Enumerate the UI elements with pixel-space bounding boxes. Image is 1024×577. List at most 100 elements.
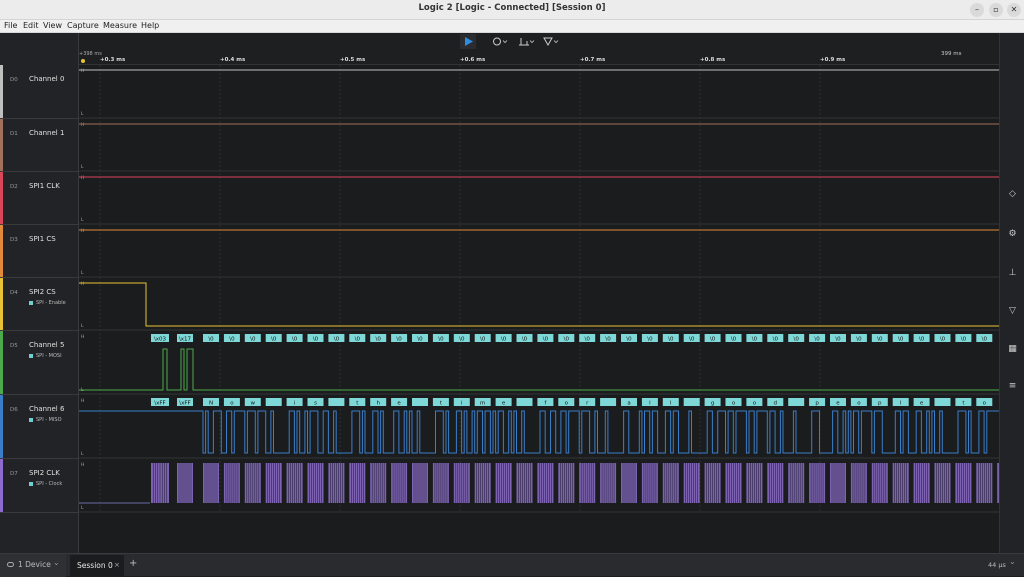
channel-row[interactable]: D4 SPI2 CS SPI - Enable — [0, 278, 79, 331]
channel-name[interactable]: Channel 1 — [29, 129, 64, 137]
analyzer-color-icon — [29, 353, 33, 358]
device-selector[interactable]: 1 Device ⌄ — [0, 554, 66, 577]
decoded-byte-label: p — [815, 401, 819, 407]
channel-color-strip — [0, 331, 3, 394]
measurements-icon[interactable]: ⊥ — [1006, 267, 1019, 280]
channel-number: D7 — [10, 471, 18, 477]
channel-row[interactable]: D7 SPI2 CLK SPI - Clock — [0, 459, 79, 513]
decoded-byte-label: \0 — [480, 337, 486, 343]
decoded-byte-label: s — [314, 401, 317, 407]
decoded-byte[interactable] — [328, 398, 345, 406]
channel-name[interactable]: Channel 5 — [29, 341, 64, 349]
zoom-dropdown-icon[interactable]: ⌄ — [1009, 557, 1016, 566]
channel-color-strip — [0, 225, 3, 277]
decoded-byte-label: \0 — [396, 337, 402, 343]
channel-color-strip — [0, 278, 3, 330]
zoom-level: 44 µs — [988, 561, 1006, 569]
window-title: Logic 2 [Logic - Connected] [Session 0] — [418, 3, 606, 13]
decoded-byte-label: \x17 — [179, 337, 192, 343]
decoded-byte[interactable] — [683, 398, 700, 406]
decoded-byte-label: \0 — [773, 337, 779, 343]
decoded-byte-label: \0 — [313, 337, 319, 343]
waveform-area[interactable]: HLHLHLHLHLHLHLHL\x03 \x17 \0 \0 \0 \0 \0 \0 \0 \0… — [79, 65, 999, 553]
channel-number: D4 — [10, 290, 18, 296]
channel-row[interactable]: D6 Channel 6 SPI - MISO — [0, 395, 79, 459]
decoded-byte-label: \0 — [647, 337, 653, 343]
capture-toolbar — [79, 33, 999, 50]
signal-trace — [79, 348, 999, 391]
decoded-byte-label: \0 — [250, 337, 256, 343]
high-level-label: H — [81, 398, 84, 404]
analyzer-label[interactable]: SPI - Enable — [29, 300, 66, 306]
marker-icon[interactable] — [543, 37, 559, 47]
menu-file[interactable]: File — [4, 21, 17, 30]
high-level-label: H — [81, 68, 84, 74]
channel-row[interactable]: D1 Channel 1 — [0, 119, 79, 172]
analyzer-color-icon — [29, 300, 33, 305]
close-button[interactable]: ✕ — [1007, 3, 1021, 17]
low-level-label: L — [81, 505, 84, 511]
tick-label: +0.6 ms — [460, 57, 486, 63]
menu-edit[interactable]: Edit — [23, 21, 39, 30]
decoded-byte-label: a — [627, 401, 630, 407]
time-ruler[interactable]: +398 ms 399 ms +0.3 ms +0.4 ms +0.5 ms +… — [79, 50, 999, 65]
channel-row[interactable]: D2 SPI1 CLK — [0, 172, 79, 225]
tick-label: +0.3 ms — [100, 57, 126, 63]
decoded-byte[interactable] — [516, 398, 533, 406]
low-level-label: L — [81, 217, 84, 223]
channel-number: D2 — [10, 184, 18, 190]
title-bar: Logic 2 [Logic - Connected] [Session 0] … — [0, 0, 1024, 20]
decoded-byte[interactable] — [934, 398, 951, 406]
menu-bar: File Edit View Capture Measure Help — [0, 20, 1024, 33]
signal-trace — [79, 282, 999, 327]
add-tab-button[interactable]: + — [129, 558, 137, 569]
decoded-byte-label: \0 — [501, 337, 507, 343]
time-marker-icon[interactable] — [81, 59, 85, 63]
decoded-byte-label: h — [376, 401, 380, 407]
tick-label: +0.4 ms — [220, 57, 246, 63]
channel-color-strip — [0, 395, 3, 458]
analyzer-label[interactable]: SPI - MISO — [29, 417, 62, 423]
channel-number: D6 — [10, 407, 18, 413]
decoded-byte[interactable] — [412, 398, 428, 406]
analyzer-color-icon — [29, 417, 33, 422]
channel-row[interactable]: D5 Channel 5 SPI - MOSI — [0, 331, 79, 395]
menu-view[interactable]: View — [43, 21, 62, 30]
timeline-start-label: +398 ms — [79, 51, 102, 57]
menu-capture[interactable]: Capture — [67, 21, 99, 30]
close-tab-icon[interactable]: × — [114, 561, 120, 569]
channel-name[interactable]: Channel 0 — [29, 75, 64, 83]
channel-name[interactable]: SPI2 CS — [29, 288, 56, 296]
notes-icon[interactable]: ≡ — [1006, 380, 1019, 393]
high-level-label: H — [81, 122, 84, 128]
decoded-byte-label: \0 — [605, 337, 611, 343]
menu-help[interactable]: Help — [141, 21, 159, 30]
analyzer-label[interactable]: SPI - Clock — [29, 481, 62, 487]
analyzers-icon[interactable]: ◇ — [1006, 188, 1019, 201]
trigger-settings-icon[interactable] — [493, 37, 508, 46]
channel-row[interactable]: D0 Channel 0 — [0, 65, 79, 119]
menu-measure[interactable]: Measure — [103, 21, 137, 30]
minimize-button[interactable]: – — [970, 3, 984, 17]
measure-icon[interactable] — [519, 38, 535, 46]
status-bar: 1 Device ⌄ Session 0 × + 44 µs ⌄ — [0, 553, 1024, 577]
device-settings-icon[interactable]: ⚙ — [1006, 228, 1019, 241]
decoded-byte-label: \0 — [668, 337, 674, 343]
decoded-byte-label: \0 — [835, 337, 841, 343]
channel-row[interactable]: D3 SPI1 CS — [0, 225, 79, 278]
decoded-byte[interactable] — [600, 398, 617, 406]
decoded-byte-label: \0 — [710, 337, 716, 343]
tab-session-0[interactable]: Session 0 × — [70, 555, 124, 577]
channel-name[interactable]: Channel 6 — [29, 405, 64, 413]
maximize-button[interactable]: ▫ — [989, 3, 1003, 17]
markers-icon[interactable]: ▽ — [1006, 305, 1019, 318]
extensions-icon[interactable]: ▦ — [1006, 343, 1019, 356]
decoded-byte[interactable] — [788, 398, 805, 406]
channel-name[interactable]: SPI1 CLK — [29, 182, 60, 190]
analyzer-label[interactable]: SPI - MOSI — [29, 353, 62, 359]
channel-name[interactable]: SPI2 CLK — [29, 469, 60, 477]
decoded-byte-label: \xFF — [154, 401, 165, 407]
channel-name[interactable]: SPI1 CS — [29, 235, 56, 243]
decoded-byte[interactable] — [265, 398, 282, 406]
signal-trace — [79, 410, 999, 454]
